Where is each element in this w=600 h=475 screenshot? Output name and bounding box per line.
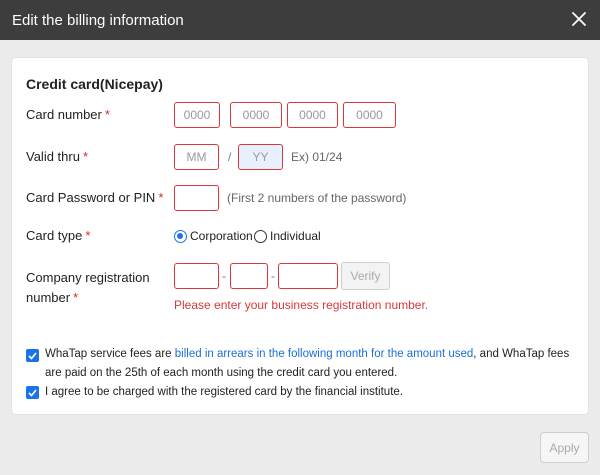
card-number-label: Card number *: [26, 105, 110, 125]
card-number-field-3[interactable]: 0000: [287, 102, 338, 128]
expiry-year-field[interactable]: YY: [238, 144, 283, 170]
required-mark: *: [104, 107, 110, 122]
radio-individual[interactable]: [254, 230, 267, 243]
company-reg-field-2[interactable]: [230, 263, 268, 289]
company-reg-error: Please enter your business registration …: [174, 298, 429, 312]
fees-consent-line2: are paid on the 25th of each month using…: [45, 367, 398, 379]
card-type-label-text: Card type: [26, 228, 83, 243]
close-icon[interactable]: [568, 8, 590, 30]
dialog-title: Edit the billing information: [12, 11, 184, 29]
card-number-field-1[interactable]: 0000: [174, 102, 220, 128]
section-title: Credit card(Nicepay): [26, 76, 163, 92]
card-number-field-2[interactable]: 0000: [230, 102, 282, 128]
expiry-separator: /: [228, 150, 232, 164]
company-reg-field-1[interactable]: [174, 263, 219, 289]
company-reg-label-line1: Company registration: [26, 270, 150, 285]
company-reg-separator-2: -: [271, 269, 275, 283]
card-number-label-text: Card number: [26, 107, 102, 122]
verify-button[interactable]: Verify: [341, 262, 390, 290]
password-label-text: Card Password or PIN: [26, 190, 156, 205]
card-number-field-4[interactable]: 0000: [343, 102, 396, 128]
radio-corporation[interactable]: [174, 230, 187, 243]
expiry-example: Ex) 01/24: [291, 150, 343, 164]
fees-consent-link[interactable]: billed in arrears in the following month…: [175, 348, 474, 360]
check-icon: [28, 351, 37, 360]
required-mark: *: [85, 228, 91, 243]
agree-consent-checkbox[interactable]: [26, 386, 39, 399]
company-reg-label-line2: number *: [26, 288, 150, 308]
password-label: Card Password or PIN *: [26, 188, 163, 208]
agree-consent-text: I agree to be charged with the registere…: [45, 386, 403, 398]
dialog-title-bar: Edit the billing information: [0, 0, 600, 40]
radio-individual-label[interactable]: Individual: [270, 229, 321, 243]
company-reg-field-3[interactable]: [278, 263, 338, 289]
company-reg-separator-1: -: [222, 269, 226, 283]
card-type-label: Card type *: [26, 226, 90, 246]
fees-consent-prefix: WhaTap service fees are: [45, 348, 175, 360]
check-icon: [28, 388, 37, 397]
valid-thru-label: Valid thru *: [26, 147, 88, 167]
expiry-month-field[interactable]: MM: [174, 144, 219, 170]
company-reg-label-line2-text: number: [26, 290, 71, 305]
required-mark: *: [82, 149, 89, 164]
valid-thru-label-text: Valid thru: [26, 149, 80, 164]
required-mark: *: [73, 290, 79, 305]
fees-consent-suffix: , and WhaTap fees: [473, 348, 570, 360]
fees-consent-text: WhaTap service fees are billed in arrear…: [45, 345, 585, 383]
radio-corporation-label[interactable]: Corporation: [190, 229, 253, 243]
password-hint: (First 2 numbers of the password): [227, 191, 407, 205]
apply-button[interactable]: Apply: [540, 432, 589, 463]
required-mark: *: [158, 190, 164, 205]
card-password-field[interactable]: [174, 185, 219, 211]
company-reg-label: Company registration number *: [26, 268, 150, 308]
fees-consent-checkbox[interactable]: [26, 349, 39, 362]
billing-form-card: Credit card(Nicepay) Card number * 0000 0…: [11, 57, 589, 415]
